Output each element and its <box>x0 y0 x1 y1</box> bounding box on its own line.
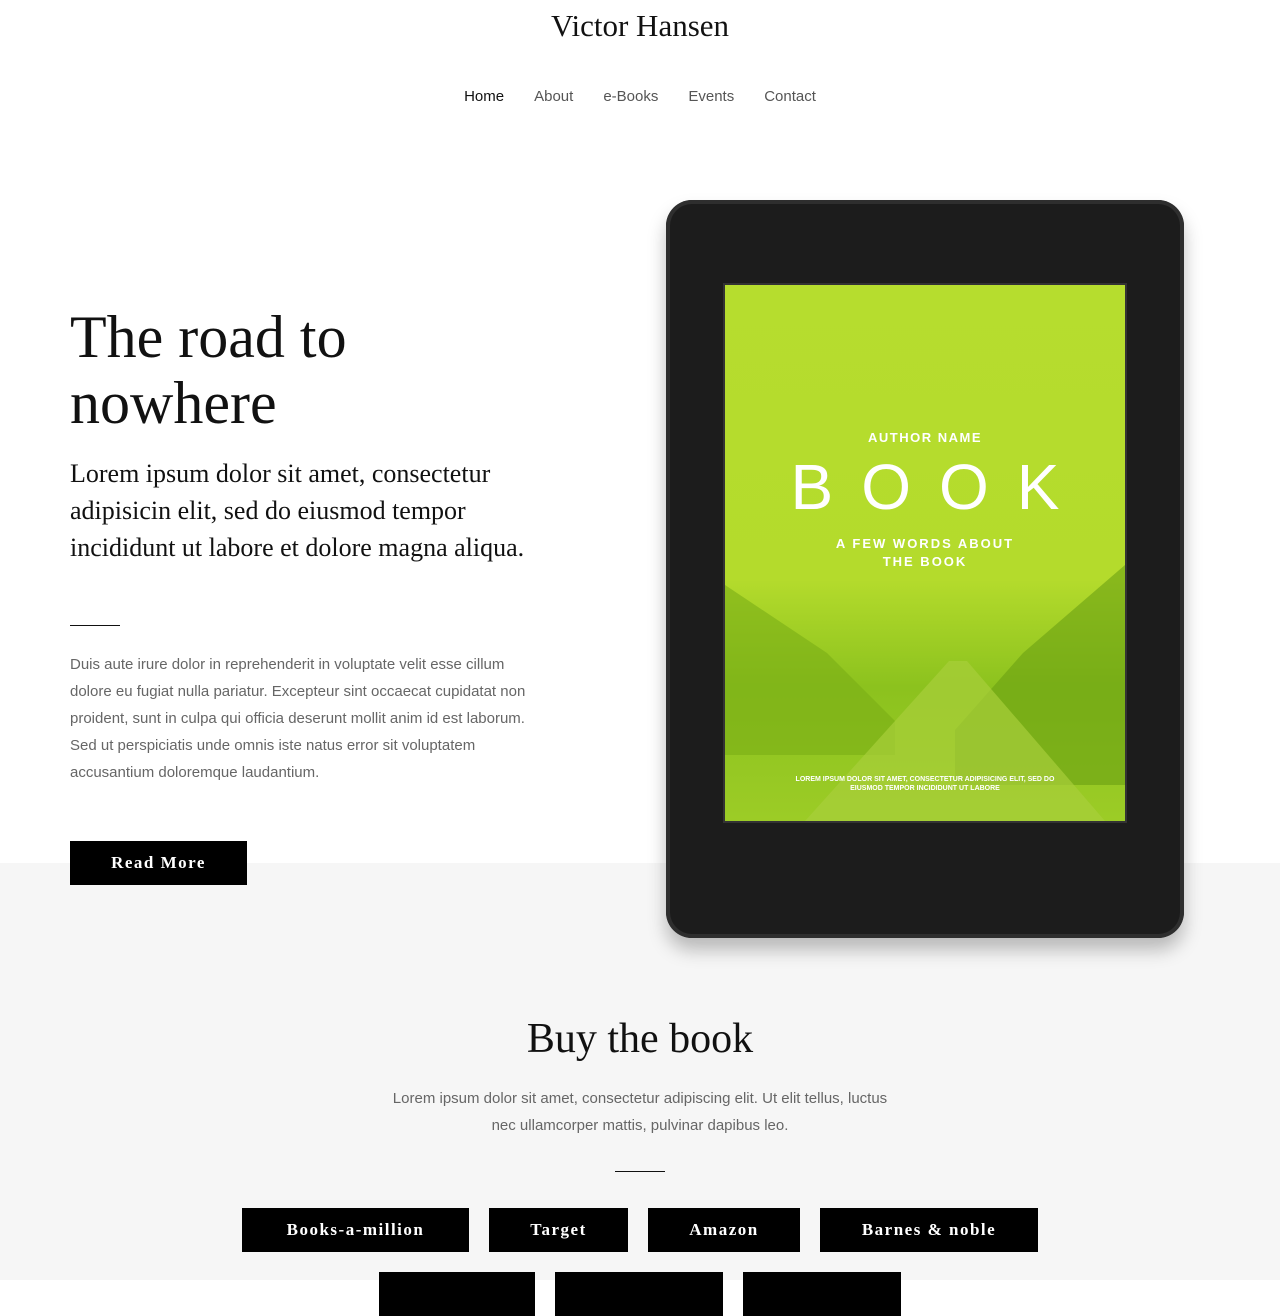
ereader-image: AUTHOR NAME BOOK A FEW WORDS ABOUT THE B… <box>666 200 1184 938</box>
divider <box>70 625 120 626</box>
buy-divider <box>615 1171 665 1172</box>
store-button[interactable] <box>555 1272 723 1316</box>
cover-title: BOOK <box>790 451 1088 523</box>
nav-about[interactable]: About <box>534 88 573 105</box>
cover-blurb: LOREM IPSUM DOLOR SIT AMET, CONSECTETUR … <box>795 776 1055 792</box>
hero-title: The road to nowhere <box>70 304 347 436</box>
store-target-button[interactable]: Target <box>489 1208 628 1252</box>
buy-title: Buy the book <box>526 1016 754 1062</box>
nav-events[interactable]: Events <box>688 88 734 105</box>
store-amazon-button[interactable]: Amazon <box>648 1208 800 1252</box>
read-more-button[interactable]: Read More <box>70 841 247 885</box>
book-cover: AUTHOR NAME BOOK A FEW WORDS ABOUT THE B… <box>723 283 1127 823</box>
cover-author: AUTHOR NAME <box>868 430 982 445</box>
main-nav: Home About e-Books Events Contact <box>0 88 1280 105</box>
store-barnes-noble-button[interactable]: Barnes & noble <box>820 1208 1038 1252</box>
store-books-a-million-button[interactable]: Books-a-million <box>242 1208 469 1252</box>
nav-ebooks[interactable]: e-Books <box>603 88 658 105</box>
nav-home[interactable]: Home <box>464 88 504 105</box>
buy-text: Lorem ipsum dolor sit amet, consectetur … <box>392 1090 888 1134</box>
nav-contact[interactable]: Contact <box>764 88 816 105</box>
site-title[interactable]: Victor Hansen <box>0 8 1280 44</box>
cover-tagline: A FEW WORDS ABOUT THE BOOK <box>835 536 1015 569</box>
cover-trees-left <box>725 585 895 755</box>
store-button[interactable] <box>379 1272 535 1316</box>
hero-lead: Lorem ipsum dolor sit amet, consectetur … <box>70 459 525 562</box>
hero-body: Duis aute irure dolor in reprehenderit i… <box>70 656 526 781</box>
store-button[interactable] <box>743 1272 901 1316</box>
